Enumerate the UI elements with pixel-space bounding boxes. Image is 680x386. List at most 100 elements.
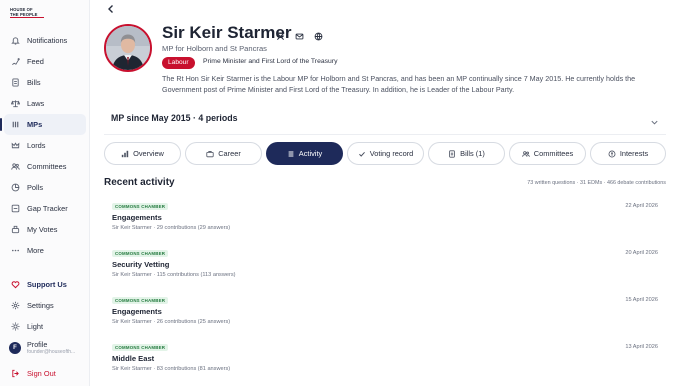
settings-button[interactable]: Settings: [4, 295, 86, 316]
sidebar-item-label: More: [27, 246, 44, 255]
sidebar-item-notifications[interactable]: Notifications: [4, 30, 86, 51]
main-content: Sir Keir Starmer MP for Holborn and St P…: [90, 0, 680, 386]
mp-bio: The Rt Hon Sir Keir Starmer is the Labou…: [162, 74, 636, 94]
heart-icon: [10, 280, 20, 290]
profile-text: Profile founder@houseofth...: [27, 340, 85, 356]
settings-label: Settings: [27, 301, 54, 310]
activity-date: 13 April 2026: [625, 344, 658, 350]
sidebar-item-laws[interactable]: Laws: [4, 93, 86, 114]
sidebar-item-label: Bills: [27, 78, 41, 87]
periods-toggle[interactable]: MP since May 2015 · 4 periods: [111, 113, 237, 123]
sidebar-item-lords[interactable]: Lords: [4, 135, 86, 156]
theme-toggle[interactable]: Light: [4, 316, 86, 337]
activity-date: 15 April 2026: [625, 297, 658, 303]
sidebar-item-label: MPs: [27, 120, 43, 129]
chart-icon: [121, 150, 129, 158]
more-icon: [10, 246, 20, 256]
recent-activity-title: Recent activity: [104, 177, 175, 188]
tab-activity[interactable]: Activity: [266, 142, 343, 165]
activity-meta: Sir Keir Starmer · 26 contributions (25 …: [112, 319, 231, 325]
tab-career[interactable]: Career: [185, 142, 262, 165]
activity-meta: Sir Keir Starmer · 29 contributions (29 …: [112, 225, 231, 231]
activity-item[interactable]: COMMONS CHAMBER Middle East Sir Keir Sta…: [104, 338, 666, 382]
activity-date: 22 April 2026: [625, 203, 658, 209]
avatar: F: [9, 342, 21, 354]
tab-bills[interactable]: Bills (1): [428, 142, 505, 165]
activity-item[interactable]: COMMONS CHAMBER Engagements Sir Keir Sta…: [104, 197, 666, 241]
tab-interests[interactable]: Interests: [590, 142, 666, 165]
sidebar-item-gap-tracker[interactable]: Gap Tracker: [4, 198, 86, 219]
sign-out-button[interactable]: Sign Out: [4, 363, 86, 384]
tab-label: Activity: [298, 149, 323, 158]
divider: [104, 134, 666, 135]
party-badge: Labour: [162, 57, 195, 69]
globe-icon[interactable]: [314, 28, 324, 41]
back-button[interactable]: [105, 2, 117, 14]
tab-voting-record[interactable]: Voting record: [347, 142, 424, 165]
activity-item[interactable]: COMMONS CHAMBER Security Vetting Sir Kei…: [104, 244, 666, 288]
activity-stats: 73 written questions · 31 EDMs · 466 deb…: [527, 180, 666, 186]
sidebar-item-polls[interactable]: Polls: [4, 177, 86, 198]
mp-constituency: MP for Holborn and St Pancras: [162, 44, 267, 53]
tab-label: Bills (1): [460, 149, 485, 158]
sidebar-item-more[interactable]: More: [4, 240, 86, 261]
scales-icon: [10, 99, 20, 109]
mail-icon[interactable]: [295, 28, 305, 40]
sidebar-bottom: Support Us Settings Light F Profile foun…: [0, 274, 90, 384]
mp-portrait: [104, 24, 152, 72]
chevron-down-icon[interactable]: [650, 114, 660, 125]
users-icon: [522, 150, 530, 158]
sidebar-item-label: Gap Tracker: [27, 204, 68, 213]
tab-label: Career: [218, 149, 241, 158]
tab-label: Overview: [133, 149, 164, 158]
app: HOUSE OF THE PEOPLE Notifications Feed B…: [0, 0, 680, 386]
tab-overview[interactable]: Overview: [104, 142, 181, 165]
sidebar-item-bills[interactable]: Bills: [4, 72, 86, 93]
sidebar-nav: Notifications Feed Bills Laws MPs Lords: [0, 30, 90, 261]
mp-name: Sir Keir Starmer: [162, 23, 292, 42]
sidebar-item-my-votes[interactable]: My Votes: [4, 219, 86, 240]
logo[interactable]: HOUSE OF THE PEOPLE: [10, 7, 44, 19]
activity-item[interactable]: COMMONS CHAMBER Engagements Sir Keir Sta…: [104, 291, 666, 335]
profile-name: Profile: [27, 340, 48, 349]
bell-icon: [10, 36, 20, 46]
sidebar-item-label: Lords: [27, 141, 46, 150]
tab-committees[interactable]: Committees: [509, 142, 586, 165]
sidebar-item-feed[interactable]: Feed: [4, 51, 86, 72]
tab-label: Voting record: [369, 149, 414, 158]
sun-icon: [10, 322, 20, 332]
sidebar-item-committees[interactable]: Committees: [4, 156, 86, 177]
vote-icon: [10, 225, 20, 235]
sidebar-item-label: Committees: [27, 162, 67, 171]
gap-icon: [10, 204, 20, 214]
activity-title: Middle East: [112, 354, 155, 363]
feed-icon: [10, 57, 20, 67]
tab-label: Committees: [533, 149, 574, 158]
x-icon[interactable]: [276, 28, 286, 41]
profile-button[interactable]: F Profile founder@houseofth...: [4, 337, 86, 363]
coin-icon: [608, 150, 616, 158]
chevron-left-icon: [108, 5, 113, 13]
people-icon: [10, 120, 20, 130]
sign-out-label: Sign Out: [27, 369, 56, 378]
tab-label: Interests: [619, 149, 649, 158]
activity-badge: COMMONS CHAMBER: [112, 297, 169, 304]
activity-meta: Sir Keir Starmer · 83 contributions (81 …: [112, 366, 231, 372]
gear-icon: [10, 301, 20, 311]
mp-role: Prime Minister and First Lord of the Tre…: [203, 58, 338, 65]
activity-date: 20 April 2026: [625, 250, 658, 256]
sidebar-item-label: My Votes: [27, 225, 58, 234]
activity-title: Engagements: [112, 213, 162, 222]
check-icon: [358, 150, 366, 158]
activity-title: Engagements: [112, 307, 162, 316]
logo-bar: [10, 17, 44, 18]
list-icon: [287, 150, 295, 158]
users-icon: [10, 162, 20, 172]
document-icon: [10, 78, 20, 88]
support-us-button[interactable]: Support Us: [4, 274, 86, 295]
sidebar-item-label: Laws: [27, 99, 45, 108]
sidebar-item-label: Notifications: [27, 36, 68, 45]
sidebar-item-mps[interactable]: MPs: [0, 114, 86, 135]
crown-icon: [10, 141, 20, 151]
poll-icon: [10, 183, 20, 193]
